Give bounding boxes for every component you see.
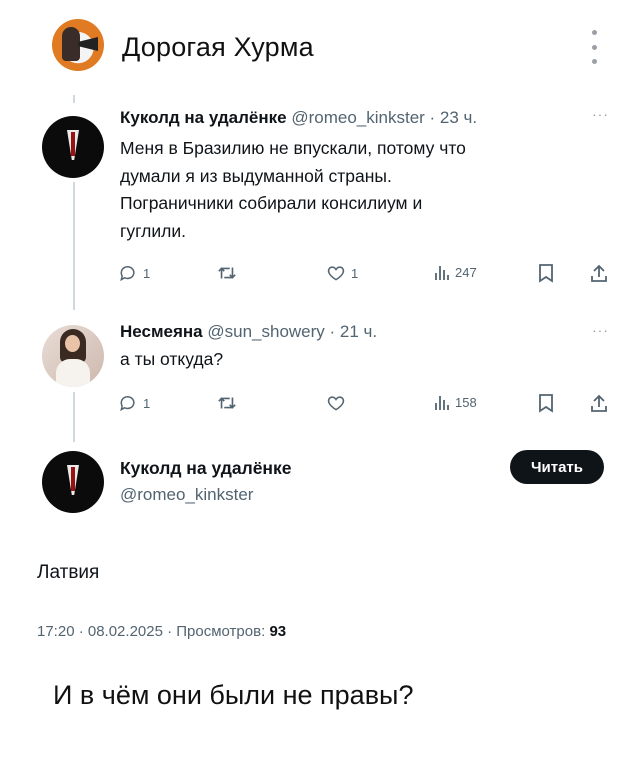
views-button[interactable]: 247	[434, 263, 477, 281]
share-icon	[591, 394, 607, 412]
reply-button[interactable]: 1	[118, 393, 150, 413]
more-icon[interactable]: ···	[592, 322, 609, 338]
author-meta: @sun_showery · 21 ч.	[207, 322, 378, 341]
author-name[interactable]: Куколд на удалёнке	[120, 458, 292, 479]
timestamp-text: 17:20 · 08.02.2025 · Просмотров:	[37, 623, 266, 640]
avatar[interactable]	[42, 451, 104, 513]
like-button[interactable]: 1	[326, 263, 358, 283]
analytics-icon	[435, 266, 449, 280]
retweet-icon	[218, 267, 236, 279]
heart-icon	[327, 396, 345, 411]
reply-count: 1	[143, 265, 151, 281]
bookmark-button[interactable]	[538, 393, 554, 413]
views-count: 158	[455, 394, 477, 410]
like-button[interactable]	[326, 393, 351, 413]
share-button[interactable]	[590, 393, 608, 413]
reply-count: 1	[143, 395, 151, 411]
tweet-text: а ты откуда?	[120, 346, 223, 374]
retweet-button[interactable]	[216, 393, 243, 413]
tweet-line: думали я из выдуманной страны.	[120, 165, 392, 186]
author-name[interactable]: Несмеяна	[120, 322, 203, 341]
more-vertical-icon[interactable]	[590, 30, 598, 64]
reply-icon	[120, 266, 135, 282]
views-button[interactable]: 158	[434, 393, 477, 411]
views-count: 247	[455, 264, 477, 280]
views-count: 93	[269, 623, 287, 640]
channel-title[interactable]: Дорогая Хурма	[122, 32, 314, 63]
caption: И в чём они были не правы?	[53, 680, 414, 710]
tweet-timestamp: 17:20 · 08.02.2025 · Просмотров: 93	[37, 623, 286, 640]
tweet-line: Меня в Бразилию не впускали, потому что	[120, 138, 466, 158]
share-icon	[591, 264, 607, 282]
avatar[interactable]	[42, 325, 104, 387]
tweet-text: Меня в Бразилию не впускали, потому что …	[120, 135, 466, 245]
thread-line	[73, 392, 75, 442]
share-button[interactable]	[590, 263, 608, 283]
bookmark-icon	[539, 394, 553, 413]
heart-icon	[327, 266, 345, 281]
channel-header: Дорогая Хурма	[0, 0, 640, 88]
more-icon[interactable]: ···	[592, 106, 609, 122]
tweet-line: а ты откуда?	[120, 349, 224, 369]
channel-avatar[interactable]	[52, 19, 104, 71]
follow-button[interactable]: Читать	[510, 450, 604, 484]
tweet-header: Куколд на удалёнке @romeo_kinkster · 23 …	[120, 108, 477, 128]
author-name[interactable]: Куколд на удалёнке	[120, 108, 287, 127]
thread-line	[73, 95, 75, 103]
reply-button[interactable]: 1	[118, 263, 150, 283]
avatar[interactable]	[42, 116, 104, 178]
author-handle[interactable]: @romeo_kinkster	[120, 485, 253, 505]
bookmark-icon	[539, 264, 553, 283]
like-count: 1	[351, 265, 359, 281]
tweet-line: гуглили.	[120, 220, 186, 241]
bookmark-button[interactable]	[538, 263, 554, 283]
tweet-line: Пограничники собирали консилиум и	[120, 193, 423, 213]
tweet-header: Несмеяна @sun_showery · 21 ч.	[120, 322, 377, 342]
analytics-icon	[435, 396, 449, 410]
thread-line	[73, 182, 75, 310]
retweet-button[interactable]	[216, 263, 243, 283]
retweet-icon	[218, 397, 236, 409]
tweet-text: Латвия	[37, 562, 100, 583]
reply-icon	[120, 396, 135, 412]
author-meta: @romeo_kinkster · 23 ч.	[291, 108, 478, 127]
